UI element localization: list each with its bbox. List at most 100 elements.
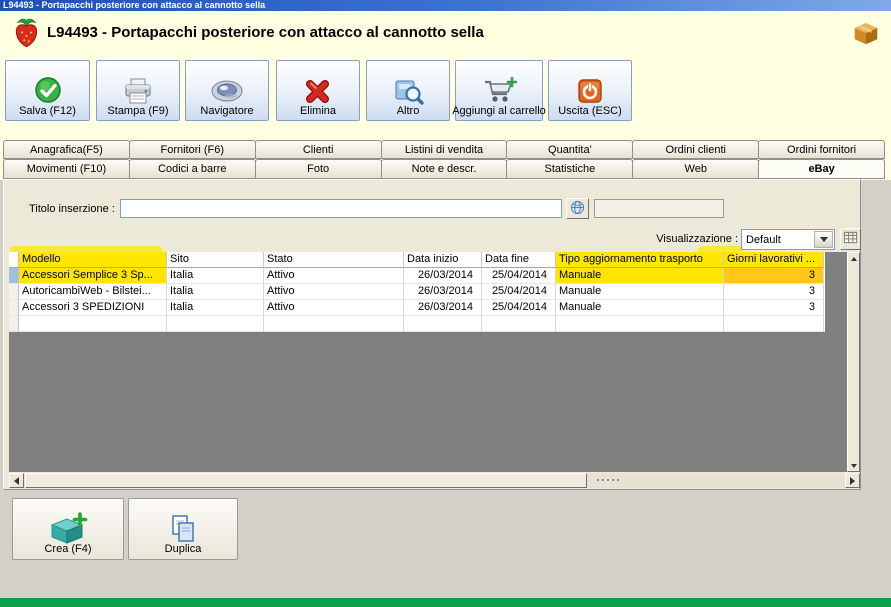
row-selector[interactable] [9, 300, 19, 316]
scroll-left-icon[interactable] [9, 473, 24, 488]
table-grid-icon [843, 230, 858, 248]
cell-stato: Attivo [264, 284, 404, 300]
empty-cell [404, 316, 482, 332]
column-header-tipo-aggiornamento[interactable]: Tipo aggiornamento trasporto [556, 252, 724, 268]
table-row[interactable]: AutoricambiWeb - Bilstei... Italia Attiv… [9, 284, 825, 300]
navigator-button[interactable]: Navigatore [185, 60, 269, 121]
empty-cell [167, 316, 264, 332]
cell-tipo-aggiornamento: Manuale [556, 300, 724, 316]
cell-sito: Italia [167, 300, 264, 316]
empty-cell [19, 316, 167, 332]
toolbar-button-label: Salva (F12) [19, 105, 76, 117]
more-button[interactable]: Altro [366, 60, 450, 121]
empty-cell [264, 316, 404, 332]
row-selector[interactable] [9, 284, 19, 300]
cell-tipo-aggiornamento: Manuale [556, 284, 724, 300]
tab-fornitori[interactable]: Fornitori (F6) [128, 140, 256, 159]
scroll-up-icon[interactable] [848, 253, 859, 264]
view-label: Visualizzazione : [656, 233, 738, 245]
save-button[interactable]: Salva (F12) [5, 60, 90, 121]
tab-foto[interactable]: Foto [254, 159, 382, 179]
ebay-panel: Titolo inserzione : Visualizzazione : De… [3, 179, 861, 490]
create-button[interactable]: Crea (F4) [12, 498, 124, 560]
toolbar-button-label: Uscita (ESC) [558, 105, 622, 117]
desktop-strip [0, 598, 891, 607]
package-box-icon [851, 18, 881, 51]
tab-statistiche[interactable]: Statistiche [506, 159, 634, 179]
tabs-row-1: Anagrafica(F5) Fornitori (F6) Clienti Li… [3, 140, 886, 159]
listing-title-label: Titolo inserzione : [29, 203, 115, 215]
column-header-modello[interactable]: Modello [19, 252, 167, 268]
toolbar: Salva (F12) Stampa (F9) Navigatore Elimi… [0, 57, 891, 126]
tab-ordini-fornitori[interactable]: Ordini fornitori [758, 140, 886, 159]
tabs-row-2: Movimenti (F10) Codici a barre Foto Note… [3, 159, 886, 179]
scroll-right-icon[interactable] [845, 473, 860, 488]
cell-sito: Italia [167, 268, 264, 284]
cell-giorni-lavorativi: 3 [724, 300, 824, 316]
exit-button[interactable]: Uscita (ESC) [548, 60, 632, 121]
globe-button[interactable] [566, 198, 589, 219]
header-bar: L94493 - Portapacchi posteriore con atta… [0, 11, 891, 57]
cell-tipo-aggiornamento: Manuale [556, 268, 724, 284]
footer-button-label: Crea (F4) [44, 543, 92, 555]
scrollbar-grip-dots [597, 479, 619, 481]
cell-data-inizio: 26/03/2014 [404, 300, 482, 316]
chevron-down-icon[interactable] [814, 231, 833, 248]
footer-button-label: Duplica [164, 543, 202, 555]
column-header-giorni-lavorativi[interactable]: Giorni lavorativi ... [724, 252, 824, 268]
tab-web[interactable]: Web [632, 159, 760, 179]
empty-cell [556, 316, 724, 332]
column-header-sito[interactable]: Sito [167, 252, 264, 268]
toolbar-button-label: Aggiungi al carrello [452, 105, 546, 117]
toolbar-button-label: Stampa (F9) [107, 105, 169, 117]
tab-ordini-clienti[interactable]: Ordini clienti [632, 140, 760, 159]
table-header-row: Modello Sito Stato Data inizio Data fine… [9, 252, 825, 268]
table-empty-row [9, 316, 825, 332]
view-select[interactable]: Default [741, 229, 835, 250]
window-titlebar[interactable]: L94493 - Portapacchi posteriore con atta… [0, 0, 891, 11]
cell-giorni-lavorativi: 3 [724, 268, 824, 284]
table-row[interactable]: Accessori Semplice 3 Sp... Italia Attivo… [9, 268, 825, 284]
add-to-cart-button[interactable]: Aggiungi al carrello [452, 60, 546, 121]
print-button[interactable]: Stampa (F9) [96, 60, 180, 121]
row-selector[interactable] [9, 268, 19, 284]
cell-stato: Attivo [264, 268, 404, 284]
scrollbar-thumb[interactable] [25, 473, 587, 488]
titlebar-text: L94493 - Portapacchi posteriore con atta… [3, 0, 266, 10]
cell-data-inizio: 26/03/2014 [404, 284, 482, 300]
delete-button[interactable]: Elimina [276, 60, 360, 121]
tab-codici-a-barre[interactable]: Codici a barre [128, 159, 256, 179]
tab-listini-di-vendita[interactable]: Listini di vendita [380, 140, 508, 159]
header-selector-cell [9, 252, 19, 268]
cell-data-inizio: 26/03/2014 [404, 268, 482, 284]
cell-modello: Accessori Semplice 3 Sp... [19, 268, 167, 284]
tab-clienti[interactable]: Clienti [254, 140, 382, 159]
edit-view-button[interactable] [840, 228, 861, 250]
tab-movimenti[interactable]: Movimenti (F10) [3, 159, 130, 179]
tab-ebay[interactable]: eBay [758, 159, 886, 179]
column-header-data-inizio[interactable]: Data inizio [404, 252, 482, 268]
tab-note-e-descr[interactable]: Note e descr. [380, 159, 508, 179]
horizontal-scrollbar[interactable] [9, 473, 860, 488]
cell-data-fine: 25/04/2014 [482, 268, 556, 284]
tab-anagrafica[interactable]: Anagrafica(F5) [3, 140, 130, 159]
listing-title-input[interactable] [120, 199, 562, 218]
listings-table: Modello Sito Stato Data inizio Data fine… [9, 252, 825, 332]
cell-stato: Attivo [264, 300, 404, 316]
toolbar-button-label: Navigatore [200, 105, 254, 117]
duplicate-button[interactable]: Duplica [128, 498, 238, 560]
tab-quantita[interactable]: Quantita' [506, 140, 634, 159]
column-header-stato[interactable]: Stato [264, 252, 404, 268]
table-row[interactable]: Accessori 3 SPEDIZIONI Italia Attivo 26/… [9, 300, 825, 316]
page-title: L94493 - Portapacchi posteriore con atta… [47, 24, 484, 41]
cell-sito: Italia [167, 284, 264, 300]
view-select-value: Default [746, 233, 781, 246]
toolbar-button-label: Altro [396, 105, 420, 117]
app-window: L94493 - Portapacchi posteriore con atta… [0, 0, 891, 607]
listing-title-secondary-field [594, 199, 724, 218]
scroll-down-icon[interactable] [848, 460, 859, 471]
vertical-scrollbar[interactable] [847, 252, 860, 472]
column-header-data-fine[interactable]: Data fine [482, 252, 556, 268]
empty-cell [724, 316, 824, 332]
cell-data-fine: 25/04/2014 [482, 284, 556, 300]
